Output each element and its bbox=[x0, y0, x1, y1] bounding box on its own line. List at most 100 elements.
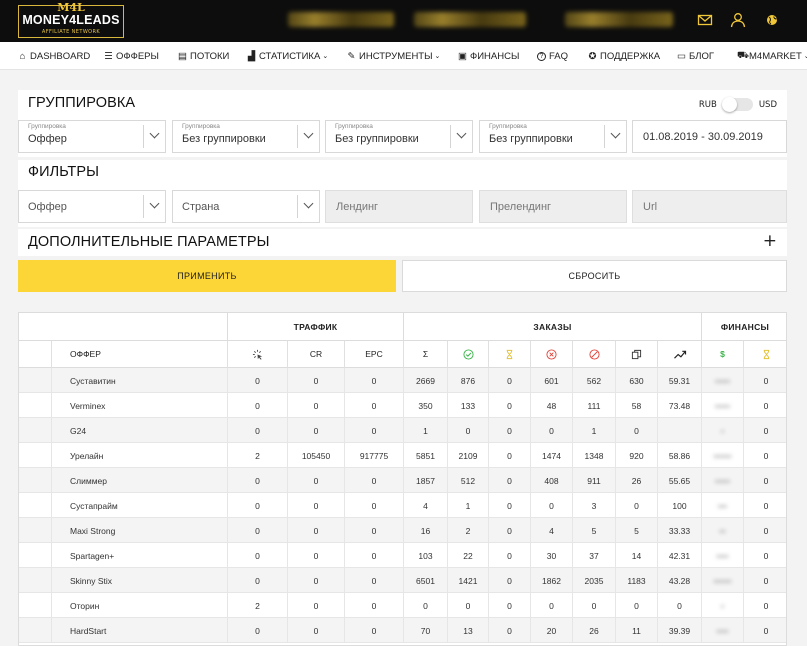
table-row[interactable]: HardStart 0 0 0 70 13 0 20 26 11 39.39 •••• 0 bbox=[19, 618, 786, 643]
clicks-icon[interactable] bbox=[228, 341, 288, 368]
cell-sum: 70 bbox=[404, 618, 448, 643]
cell-value: 0 bbox=[763, 500, 769, 511]
cell-offer: Verminex bbox=[52, 393, 228, 418]
user-icon[interactable] bbox=[729, 11, 747, 29]
date-range-input[interactable]: 01.08.2019 - 30.09.2019 bbox=[632, 120, 787, 153]
table-row[interactable]: Skinny Stix 0 0 0 6501 1421 0 1862 2035 1183 43.28… bbox=[19, 568, 786, 593]
grouping-title: ГРУППИРОВКА bbox=[28, 95, 136, 111]
copy-icon[interactable] bbox=[616, 341, 658, 368]
table-row[interactable]: Суставитин 0 0 0 2669 876 0 601 562 630 59.31 •••••… bbox=[19, 368, 786, 393]
cell-value: 0 bbox=[507, 600, 512, 611]
dollar-icon[interactable]: $ bbox=[702, 341, 744, 368]
cell-value: 0 bbox=[371, 575, 377, 586]
nav-finance[interactable]: ▣ ФИНАНСЫ bbox=[458, 42, 519, 70]
cell-value: 920 bbox=[629, 450, 644, 461]
cell-value: 0 bbox=[255, 400, 260, 411]
sum-icon[interactable]: Σ bbox=[404, 341, 448, 368]
trend-up-icon[interactable] bbox=[658, 341, 702, 368]
cart-icon: ⛟ bbox=[737, 50, 749, 61]
cell-cancelled: 2035 bbox=[573, 568, 616, 593]
table-row[interactable]: Verminex 0 0 0 350 133 0 48 111 58 73.48 ••••• 0 bbox=[19, 393, 786, 418]
cell-rejected: 0 bbox=[531, 593, 573, 618]
cell-epc: 0 bbox=[345, 568, 404, 593]
grouping-select-2[interactable]: Группировка Без группировки bbox=[172, 120, 320, 153]
cell-rate bbox=[658, 418, 702, 443]
cell-value: 0 bbox=[549, 425, 554, 436]
prelanding-input[interactable]: Прелендинг bbox=[479, 190, 627, 223]
offer-filter-select[interactable]: Оффер bbox=[18, 190, 166, 223]
cell-value: 1 bbox=[423, 425, 428, 436]
table-row[interactable]: Сустапрайм 0 0 0 4 1 0 0 3 0 100 ••• 0 bbox=[19, 493, 786, 518]
hourglass-icon[interactable] bbox=[489, 341, 531, 368]
cell-value: 0 bbox=[507, 475, 512, 486]
cell-cr: 0 bbox=[288, 618, 345, 643]
cell-value: 0 bbox=[763, 475, 769, 486]
home-icon: ⌂ bbox=[19, 50, 26, 62]
table-row[interactable]: Урелайн 2 105450 917775 5851 2109 0 1474 1348 920… bbox=[19, 443, 786, 468]
table-row[interactable]: G24 0 0 0 1 0 0 0 1 0 • 0 bbox=[19, 418, 786, 443]
cell-cr: 0 bbox=[288, 593, 345, 618]
cell-dup: 26 bbox=[616, 468, 658, 493]
expand-plus-icon[interactable]: + bbox=[763, 231, 777, 251]
cell-value: 0 bbox=[255, 475, 260, 486]
nav-label: ИНСТРУМЕНТЫ bbox=[359, 50, 433, 62]
main-nav: ⌂ DASHBOARD ☰ ОФФЕРЫ ▤ ПОТОКИ ▟ СТАТИСТИКА ⌄ … bbox=[0, 42, 807, 70]
currency-toggle[interactable]: RUB USD bbox=[699, 97, 777, 112]
grouping-select-3[interactable]: Группировка Без группировки bbox=[325, 120, 473, 153]
x-circle-icon[interactable] bbox=[531, 341, 573, 368]
cell-clicks: 2 bbox=[228, 593, 288, 618]
cell-value: 0 bbox=[255, 525, 260, 536]
header-offer[interactable]: ОФФЕР bbox=[52, 341, 228, 368]
nav-streams[interactable]: ▤ ПОТОКИ bbox=[178, 42, 229, 70]
nav-label: ФИНАНСЫ bbox=[470, 50, 520, 62]
table-row[interactable]: Слиммер 0 0 0 1857 512 0 408 911 26 55.65 ••••• 0 bbox=[19, 468, 786, 493]
url-input[interactable]: Url bbox=[632, 190, 787, 223]
switch-knob bbox=[721, 97, 737, 112]
cell-value: 0 bbox=[371, 550, 377, 561]
cell-value: 37 bbox=[589, 550, 599, 561]
apply-button[interactable]: ПРИМЕНИТЬ bbox=[18, 260, 396, 292]
group-header-traffic: ТРАФФИК bbox=[228, 313, 404, 341]
cell-sum: 2669 bbox=[404, 368, 448, 393]
country-filter-select[interactable]: Страна bbox=[172, 190, 320, 223]
hourglass-icon[interactable] bbox=[744, 341, 786, 368]
mail-icon[interactable] bbox=[696, 11, 714, 29]
cell-value: 70 bbox=[420, 625, 431, 636]
cell-value: 5 bbox=[591, 525, 597, 536]
landing-input[interactable]: Лендинг bbox=[325, 190, 473, 223]
nav-tools[interactable]: ✎ ИНСТРУМЕНТЫ ⌄ bbox=[347, 42, 441, 70]
nav-blog[interactable]: ▭ БЛОГ bbox=[677, 42, 714, 70]
table-row[interactable]: Spartagen+ 0 0 0 103 22 0 30 37 14 42.31 •••• 0 bbox=[19, 543, 786, 568]
table-row[interactable]: Maxi Strong 0 0 0 16 2 0 4 5 5 33.33 •• 0 bbox=[19, 518, 786, 543]
top-header: M4L MONEY4LEADS AFFILIATE NETWORK bbox=[0, 0, 807, 42]
cell-value: 0 bbox=[371, 500, 377, 511]
extra-params-panel[interactable]: ДОПОЛНИТЕЛЬНЫЕ ПАРАМЕТРЫ + bbox=[18, 229, 787, 256]
logo[interactable]: M4L MONEY4LEADS AFFILIATE NETWORK bbox=[18, 1, 124, 38]
check-circle-icon[interactable] bbox=[448, 341, 489, 368]
cell-offer: Сустапрайм bbox=[52, 493, 228, 518]
reset-button[interactable]: СБРОСИТЬ bbox=[402, 260, 787, 292]
header-cr[interactable]: CR bbox=[288, 341, 345, 368]
nav-offers[interactable]: ☰ ОФФЕРЫ bbox=[104, 42, 159, 70]
cell-approved: 1 bbox=[448, 493, 489, 518]
cancel-circle-icon[interactable] bbox=[573, 341, 616, 368]
cell-value: 0 bbox=[313, 550, 319, 561]
nav-statistics[interactable]: ▟ СТАТИСТИКА ⌄ bbox=[247, 42, 328, 70]
cell-value: 0 bbox=[763, 400, 769, 411]
cell-value: HardStart bbox=[70, 625, 107, 636]
select-value: Без группировки bbox=[335, 133, 419, 145]
nav-m4market[interactable]: ⛟ M4MARKET ⌄ bbox=[737, 42, 807, 70]
nav-support[interactable]: ✪ ПОДДЕРЖКА bbox=[588, 42, 661, 70]
date-range-value: 01.08.2019 - 30.09.2019 bbox=[643, 131, 763, 143]
currency-switch[interactable] bbox=[721, 97, 753, 112]
cell-value: 0 bbox=[313, 625, 319, 636]
header-epc[interactable]: EPC bbox=[345, 341, 404, 368]
cell-value: 0 bbox=[371, 375, 377, 386]
nav-faq[interactable]: ? FAQ bbox=[537, 42, 568, 70]
grouping-select-1[interactable]: Группировка Оффер bbox=[18, 120, 166, 153]
grouping-select-4[interactable]: Группировка Без группировки bbox=[479, 120, 627, 153]
nav-dashboard[interactable]: ⌂ DASHBOARD bbox=[18, 42, 91, 70]
globe-icon[interactable] bbox=[763, 11, 781, 29]
table-row[interactable]: Оторин 2 0 0 0 0 0 0 0 0 0 • 0 bbox=[19, 593, 786, 618]
stats-table: ТРАФФИК ЗАКАЗЫ ФИНАНСЫ ОФФЕР CR EPC Σ $ … bbox=[18, 312, 787, 646]
